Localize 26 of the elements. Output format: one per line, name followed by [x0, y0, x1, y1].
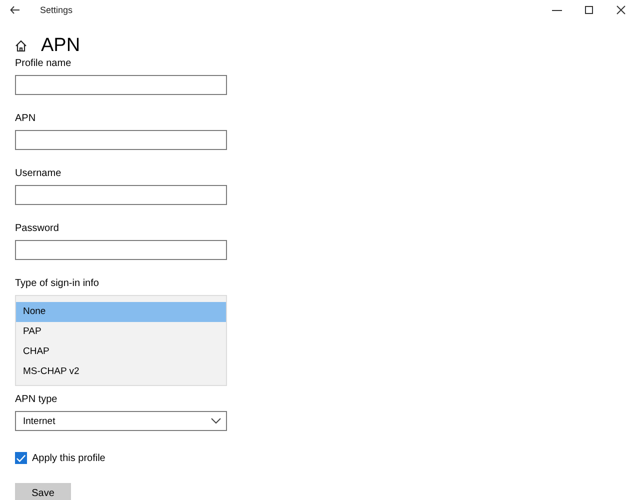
dropdown-option[interactable]: CHAP: [16, 342, 226, 362]
page-heading: APN: [41, 35, 80, 57]
input-field[interactable]: [15, 130, 227, 150]
field-label: Username: [15, 167, 62, 181]
field-label: Password: [15, 222, 59, 236]
dropdown-value: Internet: [23, 416, 56, 426]
input-field[interactable]: [15, 240, 227, 260]
dropdown[interactable]: Internet: [15, 411, 227, 431]
back-arrow-icon[interactable]: [10, 6, 20, 14]
field-label: Type of sign-in info: [15, 277, 99, 291]
field-label: APN: [15, 112, 36, 126]
maximize-icon[interactable]: [584, 5, 594, 15]
dropdown-option[interactable]: None: [16, 302, 226, 322]
field-label: APN type: [15, 393, 58, 407]
dropdown-option[interactable]: MS-CHAP v2: [16, 362, 226, 382]
close-icon[interactable]: [616, 5, 626, 15]
field-label: Profile name: [15, 57, 72, 71]
chevron-down-icon: [211, 418, 221, 424]
save-button[interactable]: Save: [15, 483, 71, 500]
input-field[interactable]: [15, 75, 227, 95]
dropdown-option[interactable]: PAP: [16, 322, 226, 342]
window-title: Settings: [40, 5, 73, 15]
checkbox-label: Apply this profile: [32, 452, 106, 464]
checkbox[interactable]: [15, 452, 27, 464]
input-field[interactable]: [15, 185, 227, 205]
home-icon[interactable]: [15, 40, 27, 52]
